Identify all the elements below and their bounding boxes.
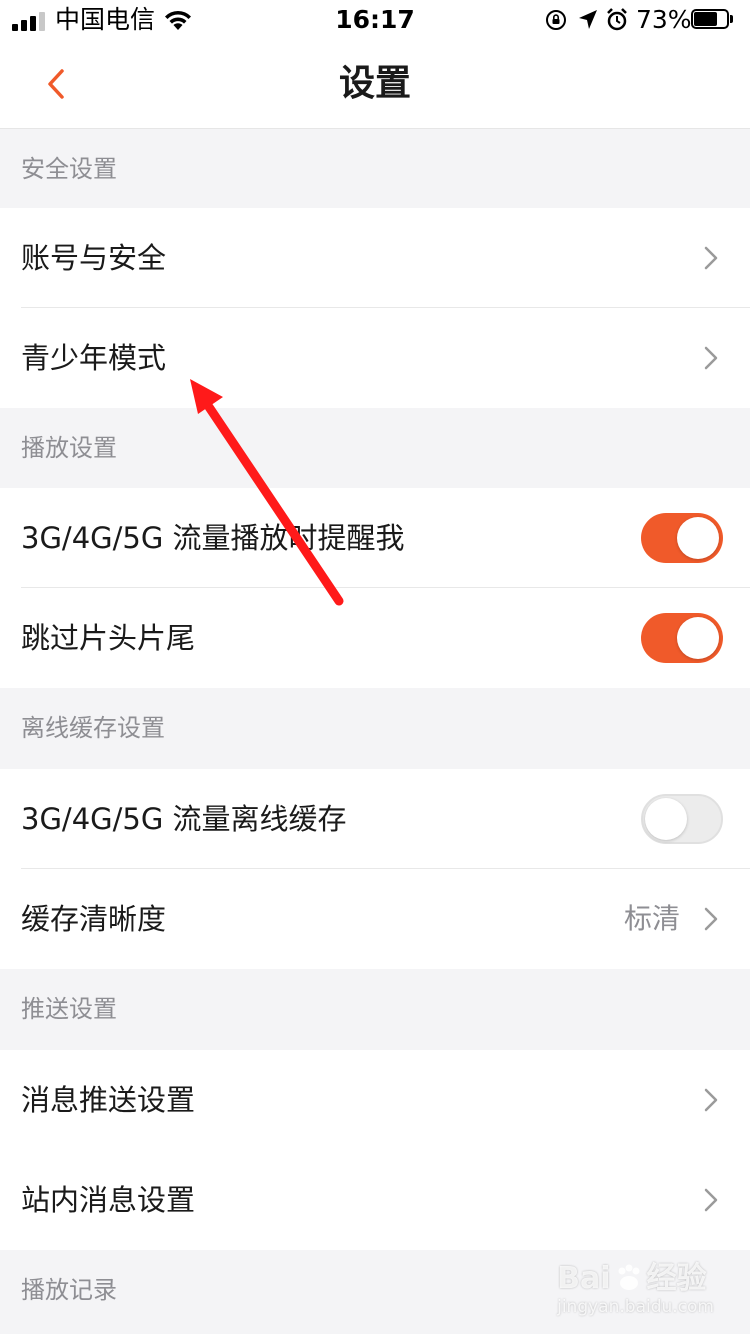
setting-label: 3G/4G/5G 流量离线缓存 xyxy=(21,802,347,836)
setting-row-account-security[interactable]: 账号与安全 xyxy=(0,208,750,308)
cache-quality-value: 标清 xyxy=(623,902,680,935)
setting-label: 账号与安全 xyxy=(21,241,167,275)
alarm-icon xyxy=(607,8,627,31)
toggle-knob xyxy=(677,617,719,659)
setting-row-inbox-message[interactable]: 站内消息设置 xyxy=(0,1150,750,1250)
chevron-right-icon xyxy=(704,246,718,270)
setting-label: 消息推送设置 xyxy=(21,1083,196,1117)
setting-row-message-push[interactable]: 消息推送设置 xyxy=(0,1050,750,1150)
setting-row-mobile-data-cache: 3G/4G/5G 流量离线缓存 xyxy=(0,769,750,869)
paw-icon xyxy=(618,1264,640,1290)
watermark-brand: Bai xyxy=(557,1261,611,1296)
toggle-knob xyxy=(645,798,687,840)
mobile-data-cache-toggle[interactable] xyxy=(641,794,723,844)
baidu-watermark: Bai 经验 jingyan.baidu.com xyxy=(557,1262,714,1318)
section-header-security: 安全设置 xyxy=(0,129,750,209)
orientation-lock-icon xyxy=(546,10,566,30)
section-header-playback: 播放设置 xyxy=(0,408,750,488)
toggle-knob xyxy=(677,517,719,559)
mobile-data-remind-toggle[interactable] xyxy=(641,513,723,563)
section-title: 安全设置 xyxy=(21,155,117,183)
setting-label: 缓存清晰度 xyxy=(21,902,167,936)
setting-row-skip-intro-outro: 跳过片头片尾 xyxy=(0,588,750,688)
status-bar: 中国电信 16:17 73% xyxy=(0,0,750,40)
setting-row-teen-mode[interactable]: 青少年模式 xyxy=(0,308,750,408)
nav-bar: 设置 xyxy=(0,40,750,129)
skip-intro-outro-toggle[interactable] xyxy=(641,613,723,663)
section-title: 离线缓存设置 xyxy=(21,714,165,742)
battery-icon xyxy=(691,9,735,31)
setting-row-mobile-data-remind: 3G/4G/5G 流量播放时提醒我 xyxy=(0,488,750,588)
chevron-right-icon xyxy=(704,346,718,370)
setting-row-cache-quality[interactable]: 缓存清晰度 标清 xyxy=(0,869,750,969)
chevron-right-icon xyxy=(704,1088,718,1112)
watermark-brand-2: 经验 xyxy=(646,1261,707,1296)
section-title: 推送设置 xyxy=(21,995,117,1023)
battery-percent: 73% xyxy=(636,5,692,34)
page-title: 设置 xyxy=(338,63,411,104)
location-icon xyxy=(579,10,597,29)
watermark-url: jingyan.baidu.com xyxy=(557,1297,714,1317)
section-header-offline: 离线缓存设置 xyxy=(0,688,750,768)
chevron-right-icon xyxy=(704,907,718,931)
section-title: 播放记录 xyxy=(21,1276,117,1304)
section-header-push: 推送设置 xyxy=(0,969,750,1049)
setting-label: 站内消息设置 xyxy=(21,1183,196,1217)
chevron-right-icon xyxy=(704,1188,718,1212)
setting-label: 3G/4G/5G 流量播放时提醒我 xyxy=(21,521,405,555)
setting-label: 青少年模式 xyxy=(21,341,167,375)
setting-label: 跳过片头片尾 xyxy=(21,621,196,655)
section-title: 播放设置 xyxy=(21,434,117,462)
